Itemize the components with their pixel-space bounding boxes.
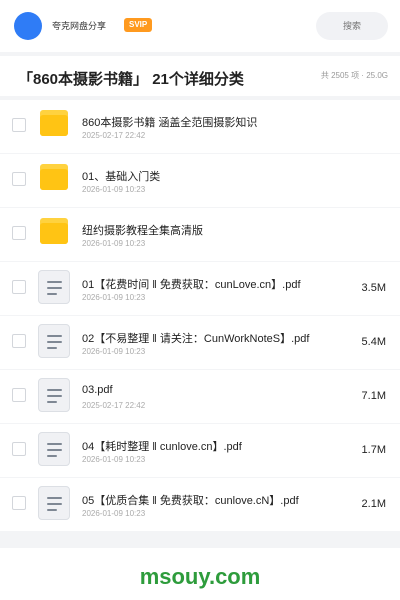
folder-icon: [38, 216, 70, 248]
file-date: 2026-01-09 10:23: [82, 455, 146, 464]
document-icon: [38, 324, 70, 358]
row-checkbox[interactable]: [12, 496, 26, 510]
row-checkbox[interactable]: [12, 172, 26, 186]
document-icon: [38, 270, 70, 304]
file-name[interactable]: 02【不易整理 ‖ 请关注：CunWorkNoteS】.pdf: [82, 330, 312, 346]
share-header: 「860本摄影书籍」 21个详细分类 共 2505 项 · 25.0G: [0, 56, 400, 96]
file-row[interactable]: 02【不易整理 ‖ 请关注：CunWorkNoteS】.pdf 2026-01-0…: [0, 316, 400, 369]
file-row[interactable]: 01【花费时间 ‖ 免费获取：cunLove.cn】.pdf 2026-01-09…: [0, 262, 400, 315]
file-row[interactable]: 04【耗时整理 ‖ cunlove.cn】.pdf 2026-01-09 10:2…: [0, 424, 400, 477]
top-bar: 夸克网盘分享 SVIP: [0, 0, 400, 52]
file-name[interactable]: 纽约摄影教程全集高清版: [82, 222, 312, 238]
file-row[interactable]: 03.pdf 2025-02-17 22:42 7.1M: [0, 370, 400, 423]
avatar[interactable]: [14, 12, 42, 40]
file-name[interactable]: 01、基础入门类: [82, 168, 312, 184]
row-checkbox[interactable]: [12, 442, 26, 456]
file-date: 2025-02-17 22:42: [82, 401, 146, 410]
file-date: 2026-01-09 10:23: [82, 293, 146, 302]
file-row[interactable]: 05【优质合集 ‖ 免费获取：cunlove.cN】.pdf 2026-01-09…: [0, 478, 400, 531]
file-date: 2026-01-09 10:23: [82, 509, 146, 518]
file-name[interactable]: 05【优质合集 ‖ 免费获取：cunlove.cN】.pdf: [82, 492, 312, 508]
svip-badge: SVIP: [124, 18, 153, 32]
row-checkbox[interactable]: [12, 388, 26, 402]
site-watermark: msouy.com: [139, 564, 261, 589]
file-date: 2026-01-09 10:23: [82, 347, 146, 356]
file-date: 2025-02-17 22:42: [82, 131, 146, 140]
file-name[interactable]: 03.pdf: [82, 384, 312, 396]
file-list: 860本摄影书籍 涵盖全范围摄影知识 2025-02-17 22:42 01、基础入…: [0, 100, 400, 532]
file-size: 5.4M: [361, 336, 386, 348]
item-count-size: 共 2505 项 · 25.0G: [320, 71, 388, 80]
file-row[interactable]: 860本摄影书籍 涵盖全范围摄影知识 2025-02-17 22:42: [0, 100, 400, 153]
folder-icon: [38, 162, 70, 194]
file-size: 2.1M: [361, 498, 386, 510]
search-input[interactable]: [316, 12, 388, 40]
app-name: 夸克网盘分享: [52, 21, 107, 31]
file-name[interactable]: 04【耗时整理 ‖ cunlove.cn】.pdf: [82, 438, 312, 454]
file-date: 2026-01-09 10:23: [82, 239, 146, 248]
row-checkbox[interactable]: [12, 226, 26, 240]
row-checkbox[interactable]: [12, 118, 26, 132]
file-size: 1.7M: [361, 444, 386, 456]
document-icon: [38, 432, 70, 466]
document-icon: [38, 486, 70, 520]
file-name[interactable]: 860本摄影书籍 涵盖全范围摄影知识: [82, 114, 312, 130]
file-size: 7.1M: [361, 390, 386, 402]
row-checkbox[interactable]: [12, 280, 26, 294]
page-title: 「860本摄影书籍」 21个详细分类: [18, 71, 244, 88]
file-size: 3.5M: [361, 282, 386, 294]
footer: msouy.com: [0, 548, 400, 600]
file-row[interactable]: 纽约摄影教程全集高清版 2026-01-09 10:23: [0, 208, 400, 261]
file-row[interactable]: 01、基础入门类 2026-01-09 10:23: [0, 154, 400, 207]
file-date: 2026-01-09 10:23: [82, 185, 146, 194]
folder-icon: [38, 108, 70, 140]
file-name[interactable]: 01【花费时间 ‖ 免费获取：cunLove.cn】.pdf: [82, 276, 312, 292]
document-icon: [38, 378, 70, 412]
row-checkbox[interactable]: [12, 334, 26, 348]
